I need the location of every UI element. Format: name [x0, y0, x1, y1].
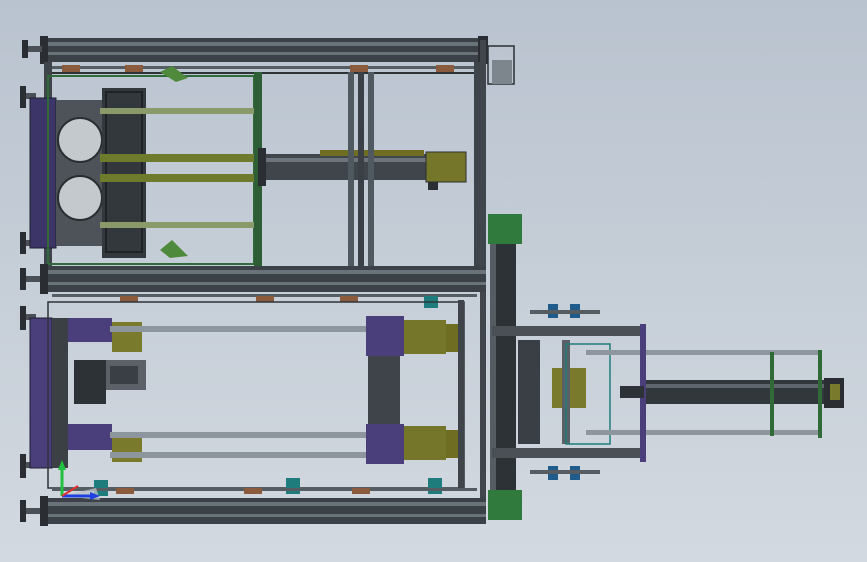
- pad: [436, 65, 454, 72]
- guide-rod: [110, 326, 366, 332]
- servo-motor: [74, 360, 146, 404]
- pad: [340, 296, 358, 302]
- green-plate: [488, 214, 522, 244]
- guide-rod: [110, 452, 366, 458]
- pad: [120, 296, 138, 302]
- teal-block: [286, 478, 300, 494]
- middle-rail: [44, 266, 486, 292]
- pad: [62, 65, 80, 72]
- guide-rod: [100, 222, 254, 228]
- mold-cavity: [57, 175, 103, 221]
- pad: [352, 488, 370, 494]
- mold-cavity: [57, 117, 103, 163]
- coordinate-triad-icon: [58, 460, 100, 500]
- pad: [125, 65, 143, 72]
- teal-block: [428, 478, 442, 494]
- bottom-rail: [44, 498, 486, 524]
- guide-rod: [100, 108, 254, 114]
- top-rail: [44, 38, 486, 62]
- push-rod: [586, 430, 822, 435]
- green-plate: [488, 490, 522, 520]
- pad: [244, 488, 262, 494]
- machine-assembly-drawing: [20, 36, 844, 526]
- carriage-plate: [366, 316, 404, 356]
- mold-plate: [30, 98, 56, 248]
- right-cylinder: [620, 324, 844, 462]
- pad: [350, 65, 368, 72]
- right-actuator-module: [488, 214, 844, 520]
- cad-viewport[interactable]: [0, 0, 867, 562]
- leveling-foot-top: [22, 40, 42, 58]
- push-rod: [586, 350, 822, 355]
- guide-rod: [110, 432, 366, 438]
- pad: [116, 488, 134, 494]
- pad: [256, 296, 274, 302]
